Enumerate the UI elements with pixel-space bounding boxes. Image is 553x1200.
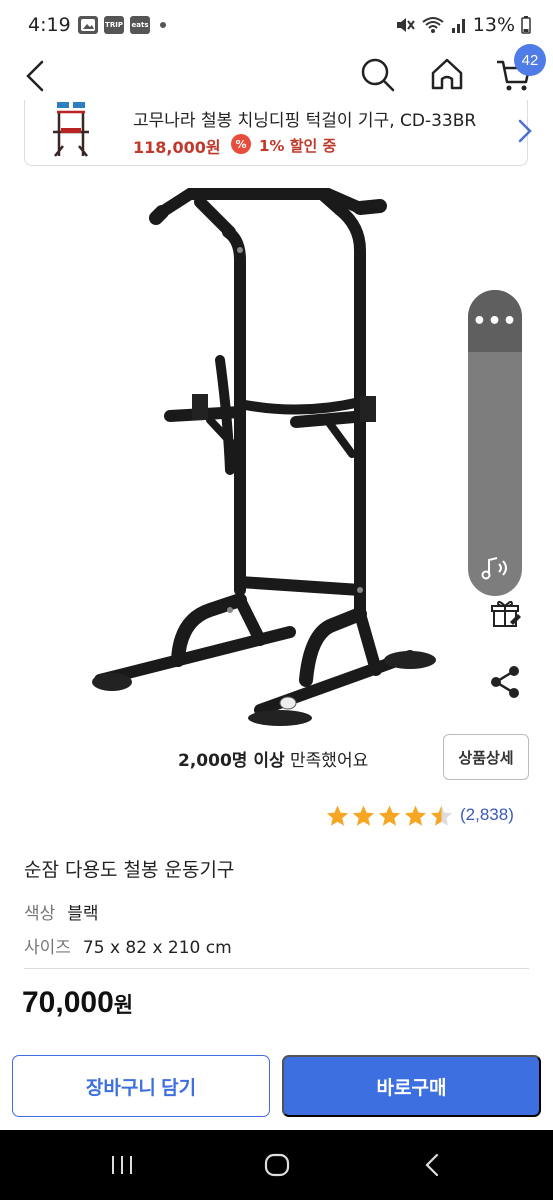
status-bar: 4:19 TRIP eats 13% xyxy=(0,0,553,52)
satisfaction-suffix: 만족했어요 xyxy=(284,751,369,771)
satisfaction-text: 2,000명 이상 만족했어요 xyxy=(178,746,368,771)
related-product-discount: 1% 할인 중 xyxy=(259,137,337,155)
eats-icon: eats xyxy=(130,16,150,34)
rating-stars xyxy=(325,804,454,828)
back-nav-icon[interactable] xyxy=(422,1152,442,1178)
price-unit: 원 xyxy=(113,993,134,1017)
star-icon xyxy=(326,805,349,826)
satisfaction-count: 2,000명 이상 xyxy=(178,751,285,771)
system-nav-bar xyxy=(0,1130,553,1200)
product-detail-button[interactable]: 상품상세 xyxy=(443,734,529,780)
related-product-thumbnail xyxy=(53,102,89,157)
gift-icon[interactable] xyxy=(490,598,522,630)
battery-icon xyxy=(521,16,531,34)
battery-percent: 13% xyxy=(472,14,515,36)
search-icon[interactable] xyxy=(358,54,398,94)
status-right: 13% xyxy=(395,14,531,36)
star-icon xyxy=(404,805,427,826)
price-number: 70,000 xyxy=(22,986,114,1019)
related-product-card[interactable]: 고무나라 철봉 치닝디핑 턱걸이 기구, CD-33BR 118,000원 % … xyxy=(24,100,532,166)
related-product-name: 고무나라 철봉 치닝디핑 턱걸이 기구, CD-33BR xyxy=(133,111,477,131)
trip-icon: TRIP xyxy=(104,16,124,34)
star-icon xyxy=(352,805,375,826)
half-star-icon xyxy=(430,805,453,826)
top-nav: 42 xyxy=(0,44,553,100)
option-color: 색상 블랙 xyxy=(24,899,99,924)
audio-icon[interactable] xyxy=(468,540,522,596)
size-label: 사이즈 xyxy=(24,938,71,958)
discount-icon: % xyxy=(231,134,251,154)
share-icon[interactable] xyxy=(488,664,522,700)
star-icon xyxy=(378,805,401,826)
product-image[interactable] xyxy=(60,170,460,726)
notification-icons: TRIP eats xyxy=(78,16,166,34)
floating-widget[interactable]: ••• xyxy=(468,290,522,596)
mute-icon xyxy=(396,18,415,32)
gallery-icon xyxy=(78,16,98,34)
color-value: 블랙 xyxy=(67,904,99,924)
recents-icon[interactable] xyxy=(110,1154,134,1176)
review-count-link[interactable]: (2,838) xyxy=(460,805,514,825)
more-notifications-dot xyxy=(160,22,166,28)
product-price: 70,000원 xyxy=(22,986,133,1020)
signal-icon xyxy=(451,19,465,33)
add-to-cart-button[interactable]: 장바구니 담기 xyxy=(12,1055,270,1117)
home-icon[interactable] xyxy=(427,54,467,94)
home-nav-icon[interactable] xyxy=(264,1152,290,1178)
related-product-price: 118,000원 xyxy=(133,138,221,157)
wifi-icon xyxy=(422,17,444,33)
back-arrow-icon[interactable] xyxy=(20,56,52,96)
buy-now-button[interactable]: 바로구매 xyxy=(282,1055,541,1117)
widget-menu-icon[interactable]: ••• xyxy=(468,290,522,352)
size-value: 75 x 82 x 210 cm xyxy=(82,938,232,958)
divider xyxy=(24,968,529,969)
color-label: 색상 xyxy=(24,904,56,924)
option-size: 사이즈 75 x 82 x 210 cm xyxy=(24,933,232,958)
product-title: 순잠 다용도 철봉 운동기구 xyxy=(24,859,235,881)
status-time: 4:19 xyxy=(28,14,71,36)
chevron-right-icon xyxy=(518,119,532,143)
cart-count-badge: 42 xyxy=(514,44,546,76)
